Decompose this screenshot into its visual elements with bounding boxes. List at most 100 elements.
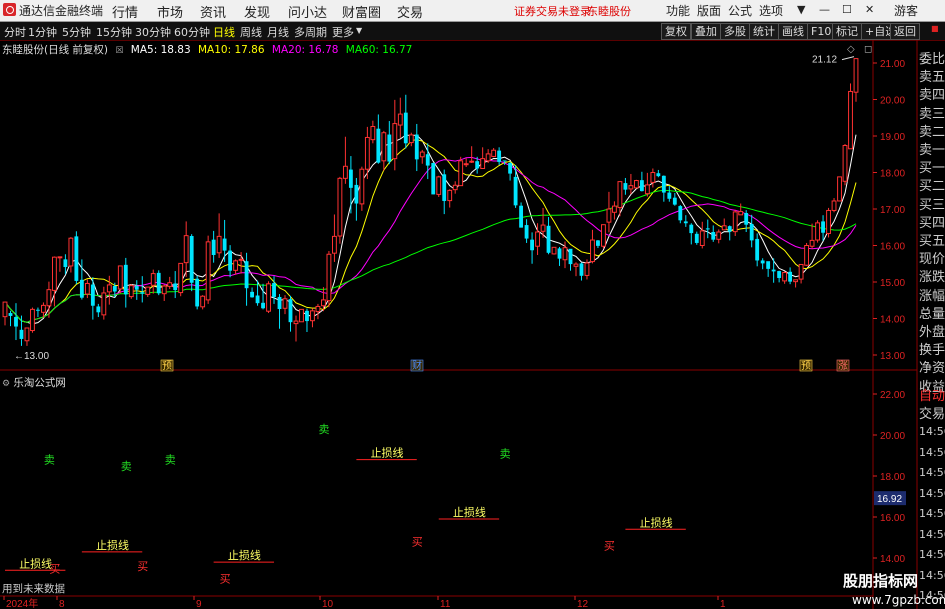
candle-body [381,132,387,162]
candle-body [535,231,540,247]
stop-loss-label: 止损线 [19,556,52,570]
candle [782,271,788,284]
candle-body [644,184,650,195]
candle [809,223,815,249]
candle-body [683,221,688,224]
time-tick-label: 9 [196,599,202,609]
price-tick-label: 18.00 [880,169,905,180]
candle [36,307,40,318]
candle [683,215,688,227]
candle-body [551,246,557,255]
sell-signal: 卖 [500,447,511,460]
candle-body [41,304,46,313]
candle-body [63,259,68,268]
candle [310,308,315,328]
candle [491,148,497,158]
side-panel-item: 现价 [919,252,945,268]
candle [408,132,414,147]
candle [134,280,139,300]
candle-body [123,264,128,295]
candle [205,235,211,304]
candle-body [173,283,178,291]
candle [315,303,321,320]
candle [656,169,661,178]
side-panel-trade-item[interactable]: 交易 [919,403,945,422]
candle [128,284,134,299]
candle-body [513,176,518,206]
side-panel-trade-item[interactable]: 自动 [919,385,945,404]
candle-body [222,238,227,251]
candle-body [387,134,392,162]
candle [771,258,776,283]
restore-icon: ◻ [864,44,872,55]
candle [189,234,194,292]
candle-body [14,317,18,327]
stop-loss-label: 止损线 [96,538,129,552]
candle [633,179,639,189]
tick-time: 14:56 [919,445,945,459]
candle-body [821,221,825,233]
side-panel-item: 外盘 [919,325,945,340]
candle-body [211,239,216,255]
candle-body [579,263,584,276]
corner-indicator-icon[interactable]: ■ [931,24,939,33]
candle-body [628,185,634,190]
candle [8,310,13,327]
candle [777,270,782,283]
candle-body [716,231,722,240]
candle-body [46,289,52,307]
candle-body [766,261,771,269]
candle-body [623,183,628,190]
candle-body [732,211,738,233]
candle [150,269,156,294]
candle-body [305,310,309,322]
candle [579,262,584,281]
tick-time: 14:56 [919,486,945,500]
candle [331,214,337,262]
candle-body [689,224,694,234]
side-panel-item: 委比 [919,52,945,67]
candle-body [738,211,744,216]
candle-body [397,113,403,126]
collapse-icon[interactable]: ☒ [115,46,123,56]
candle-body [266,283,271,312]
candle [815,220,820,243]
sub-tick-label: 20.00 [880,431,905,442]
candle-body [678,206,683,221]
candle [623,177,628,195]
candle [57,256,63,272]
candle [513,165,518,208]
candle-body [96,306,101,313]
side-panel-item: 净资 [919,361,945,377]
settings-gear-icon[interactable]: ⚙ [2,379,10,389]
candle [106,275,112,305]
chart-canvas[interactable]: 21.12←13.00预财预涨 止损线止损线止损线止损线止损线止损线卖卖卖卖卖买… [0,0,945,609]
candle-body [419,151,425,158]
sell-signal: 卖 [121,460,132,473]
candle [694,231,699,245]
time-tick-label: 2024年 [6,597,38,609]
candle [628,173,634,195]
candle-body [8,313,13,316]
candle [596,240,600,249]
candle-body [90,284,95,306]
candle [689,223,694,245]
candle [123,257,128,308]
candle-body [452,184,458,191]
time-tick-label: 11 [440,599,451,609]
time-tick-label: 10 [322,599,334,609]
candle-body [233,260,239,271]
tick-time: 14:56 [919,527,945,541]
side-panel-item: 买四 [919,215,945,231]
candle-body [277,296,282,310]
candle-body [793,279,799,283]
candle-body [815,222,820,241]
candle-body [853,58,859,93]
candle-body [30,308,35,332]
candle [117,265,123,294]
candle-body [205,241,211,301]
candle-body [140,292,145,294]
ma5-label: MA5: 18.83 [130,44,191,56]
price-tick-label: 16.00 [880,242,905,253]
candle [760,258,765,270]
